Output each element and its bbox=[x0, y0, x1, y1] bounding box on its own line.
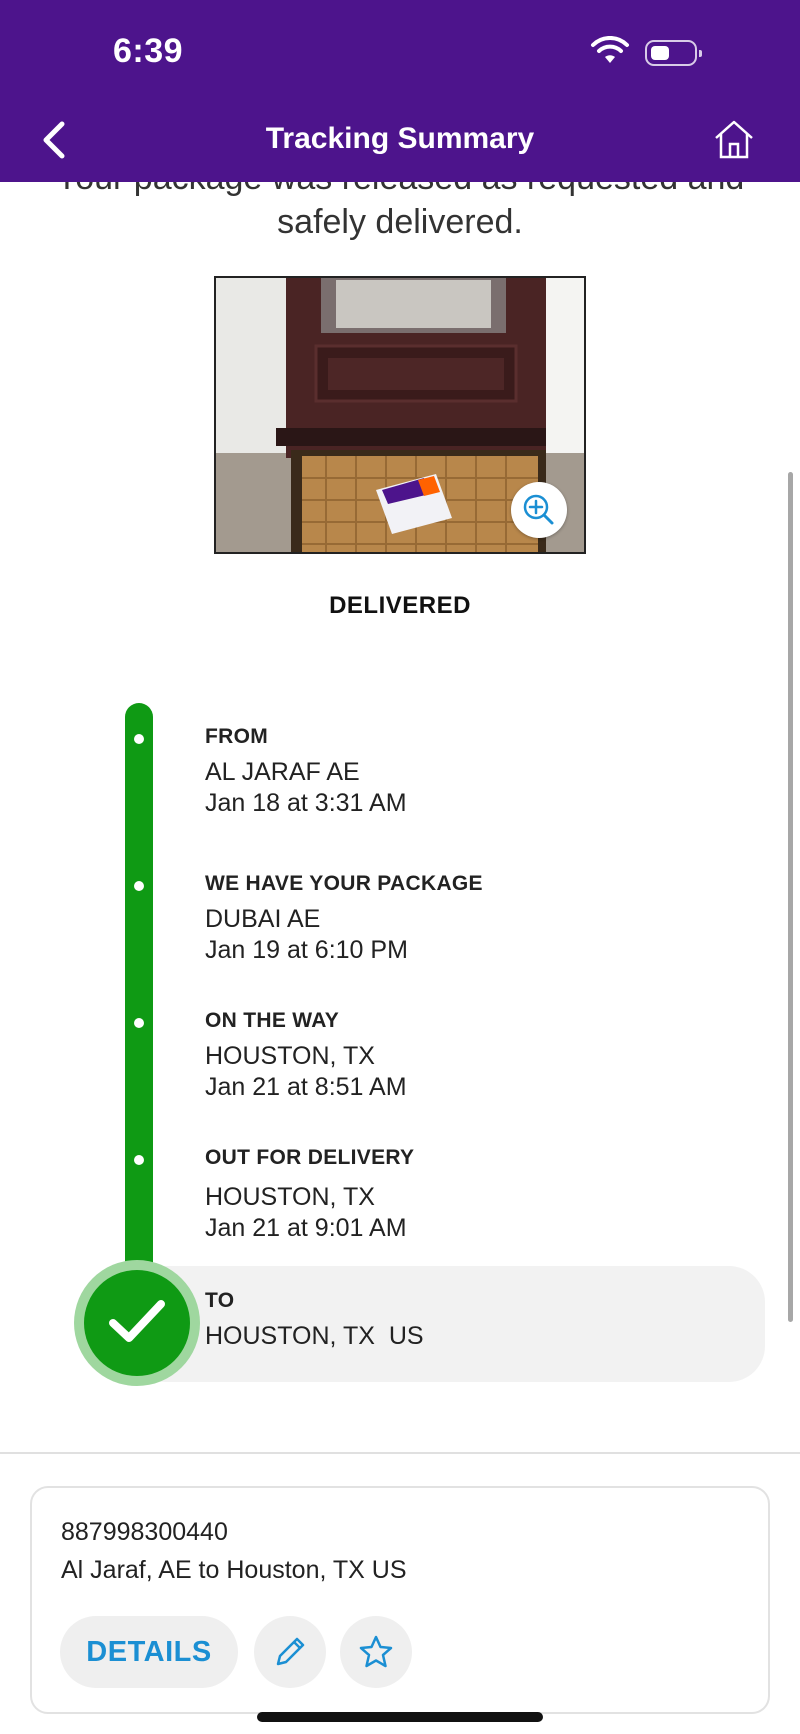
divider bbox=[0, 1452, 800, 1454]
event-location: HOUSTON, TX bbox=[205, 1183, 375, 1211]
delivery-message: Your package was released as requested a… bbox=[56, 182, 745, 241]
event-time: Jan 21 at 8:51 AM bbox=[205, 1073, 407, 1101]
delivered-check bbox=[84, 1270, 190, 1376]
event-time: Jan 19 at 6:10 PM bbox=[205, 936, 408, 964]
wifi-icon bbox=[591, 36, 629, 63]
watch-shipment-button[interactable] bbox=[340, 1616, 412, 1688]
timeline-event-picked-up: WE HAVE YOUR PACKAGE DUBAI AE Jan 19 at … bbox=[205, 872, 483, 966]
scrollbar[interactable] bbox=[788, 472, 793, 1322]
event-label: WE HAVE YOUR PACKAGE bbox=[205, 872, 483, 895]
timeline-dot bbox=[134, 734, 144, 744]
details-button[interactable]: DETAILS bbox=[60, 1616, 238, 1688]
home-indicator[interactable] bbox=[257, 1712, 543, 1722]
event-location: DUBAI AE bbox=[205, 905, 321, 933]
event-label: ON THE WAY bbox=[205, 1009, 340, 1032]
event-label: FROM bbox=[205, 725, 269, 748]
star-icon bbox=[359, 1635, 393, 1668]
tracking-content[interactable]: Your package was released as requested a… bbox=[0, 182, 800, 1452]
status-time: 6:39 bbox=[113, 32, 184, 70]
zoom-photo-button[interactable] bbox=[511, 482, 567, 538]
timeline-dot bbox=[134, 1155, 144, 1165]
timeline-event-on-the-way: ON THE WAY HOUSTON, TX Jan 21 at 8:51 AM bbox=[205, 1009, 407, 1103]
battery-icon bbox=[645, 40, 702, 66]
timeline-event-from: FROM AL JARAF AE Jan 18 at 3:31 AM bbox=[205, 725, 407, 819]
status-bar: 6:39 bbox=[0, 0, 800, 100]
timeline-dot bbox=[134, 1018, 144, 1028]
page-title: Tracking Summary bbox=[265, 122, 535, 155]
pencil-icon bbox=[276, 1637, 305, 1666]
timeline-event-out-for-delivery: OUT FOR DELIVERY HOUSTON, TX Jan 21 at 9… bbox=[205, 1146, 414, 1244]
home-icon[interactable] bbox=[713, 118, 755, 160]
event-location: HOUSTON, TX US bbox=[205, 1322, 424, 1350]
edit-nickname-button[interactable] bbox=[254, 1616, 326, 1688]
delivery-status-label: DELIVERED bbox=[329, 592, 471, 619]
tracking-number: 887998300440 bbox=[61, 1518, 228, 1546]
checkmark-icon bbox=[109, 1300, 165, 1342]
nav-bar: Tracking Summary bbox=[0, 100, 800, 182]
shipment-card: 887998300440 Al Jaraf, AE to Houston, TX… bbox=[30, 1486, 770, 1714]
zoom-in-icon bbox=[523, 494, 554, 525]
timeline-event-to: TO HOUSTON, TX US bbox=[205, 1289, 424, 1352]
event-label: OUT FOR DELIVERY bbox=[205, 1146, 415, 1169]
event-label: TO bbox=[205, 1289, 235, 1312]
event-location: AL JARAF AE bbox=[205, 758, 360, 786]
event-location: HOUSTON, TX bbox=[205, 1042, 375, 1070]
timeline-dot bbox=[134, 881, 144, 891]
event-time: Jan 18 at 3:31 AM bbox=[205, 789, 407, 817]
shipment-route: Al Jaraf, AE to Houston, TX US bbox=[61, 1556, 407, 1584]
event-time: Jan 21 at 9:01 AM bbox=[205, 1214, 407, 1242]
